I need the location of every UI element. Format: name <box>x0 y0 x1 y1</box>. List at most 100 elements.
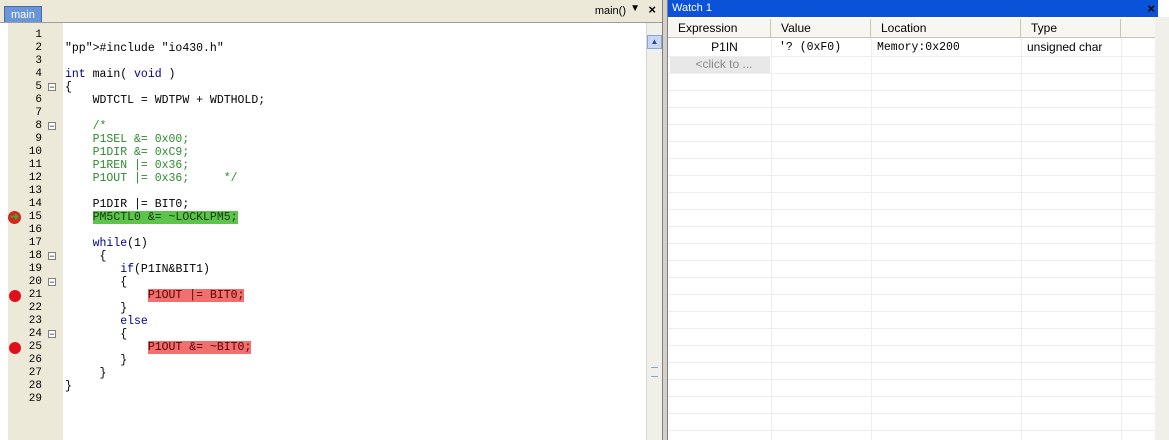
grid-line <box>668 90 1155 91</box>
fold-toggle-icon[interactable]: − <box>48 252 56 261</box>
line-number: 13 <box>28 185 42 197</box>
chevron-down-icon[interactable]: ▼ <box>630 3 640 14</box>
line-number: 25 <box>28 341 42 353</box>
scroll-thumb[interactable] <box>651 367 658 377</box>
code-text[interactable]: { <box>65 328 127 341</box>
code-line[interactable]: 4 int main( void ) <box>0 68 662 81</box>
code-text[interactable]: { <box>65 81 72 94</box>
code-text[interactable]: P1OUT |= 0x36; */ <box>65 172 238 185</box>
code-line[interactable]: 24− { <box>0 328 662 341</box>
tab-main[interactable]: main <box>4 6 42 22</box>
grid-line <box>871 38 872 440</box>
code-line[interactable]: 13 <box>0 185 662 198</box>
line-number: 5 <box>35 81 42 93</box>
code-text[interactable]: P1DIR &= 0xC9; <box>65 146 190 159</box>
code-text[interactable]: WDTCTL = WDTPW + WDTHOLD; <box>65 94 266 107</box>
code-line[interactable]: 19 if(P1IN&BIT1) <box>0 263 662 276</box>
code-line[interactable]: 23 else <box>0 315 662 328</box>
fold-toggle-icon[interactable]: − <box>48 330 56 339</box>
code-line[interactable]: 2 "pp">#include "io430.h" <box>0 42 662 55</box>
code-line[interactable]: 3 <box>0 55 662 68</box>
grid-line <box>668 209 1155 210</box>
code-text[interactable]: P1DIR |= BIT0; <box>65 198 190 211</box>
code-line[interactable]: 9 P1SEL &= 0x00; <box>0 133 662 146</box>
grid-line <box>668 311 1155 312</box>
watch-expression[interactable]: P1IN <box>668 39 771 56</box>
grid-line <box>668 277 1155 278</box>
line-number: 20 <box>28 276 42 288</box>
editor-tab-bar: main main() ▼ × <box>0 0 662 23</box>
code-text[interactable]: else <box>65 315 148 328</box>
code-line[interactable]: 16 <box>0 224 662 237</box>
code-text[interactable]: while(1) <box>65 237 148 250</box>
fold-toggle-icon[interactable]: − <box>48 122 56 131</box>
code-line[interactable]: 26 } <box>0 354 662 367</box>
line-number: 23 <box>28 315 42 327</box>
code-text[interactable]: { <box>65 276 127 289</box>
code-text[interactable]: } <box>65 354 127 367</box>
line-number: 27 <box>28 367 42 379</box>
watch-vertical-scrollbar[interactable] <box>1155 17 1169 440</box>
code-line[interactable]: 29 <box>0 393 662 406</box>
column-header-expression[interactable]: Expression <box>668 19 771 38</box>
code-line[interactable]: 20− { <box>0 276 662 289</box>
scroll-up-arrow-icon[interactable]: ▲ <box>647 35 662 49</box>
fold-toggle-icon[interactable]: − <box>48 278 56 287</box>
column-header-location[interactable]: Location <box>871 19 1021 38</box>
code-line[interactable]: 7 <box>0 107 662 120</box>
code-line[interactable]: 28} <box>0 380 662 393</box>
code-line[interactable]: 25 P1OUT &= ~BIT0; <box>0 341 662 354</box>
vertical-scrollbar[interactable]: ▲ <box>646 23 662 440</box>
watch-title-bar: Watch 1 <box>668 0 1158 17</box>
code-line[interactable]: 27 } <box>0 367 662 380</box>
grid-line <box>668 107 1155 108</box>
line-number: 22 <box>28 302 42 314</box>
code-text[interactable]: if(P1IN&BIT1) <box>65 263 210 276</box>
code-text[interactable]: P1SEL &= 0x00; <box>65 133 190 146</box>
code-text[interactable]: int main( void ) <box>65 68 175 81</box>
code-text[interactable]: P1REN |= 0x36; <box>65 159 190 172</box>
code-line[interactable]: 10 P1DIR &= 0xC9; <box>0 146 662 159</box>
grid-line <box>668 396 1155 397</box>
code-text[interactable]: } <box>65 367 107 380</box>
code-line[interactable]: 22 } <box>0 302 662 315</box>
code-text[interactable]: PM5CTL0 &= ~LOCKLPM5; <box>65 211 238 224</box>
code-line[interactable]: 1 <box>0 29 662 42</box>
close-icon[interactable]: × <box>648 2 656 17</box>
code-line[interactable]: 11 P1REN |= 0x36; <box>0 159 662 172</box>
code-line[interactable]: 14 P1DIR |= BIT0; <box>0 198 662 211</box>
column-header-type[interactable]: Type <box>1021 19 1121 38</box>
line-number: 16 <box>28 224 42 236</box>
line-number: 19 <box>28 263 42 275</box>
line-number: 29 <box>28 393 42 405</box>
code-text[interactable]: { <box>65 250 107 263</box>
code-line[interactable]: 6 WDTCTL = WDTPW + WDTHOLD; <box>0 94 662 107</box>
fold-toggle-icon[interactable]: − <box>48 83 56 92</box>
grid-line <box>668 362 1155 363</box>
watch-type: unsigned char <box>1027 40 1103 54</box>
code-line[interactable]: 18− { <box>0 250 662 263</box>
function-select[interactable]: main() <box>595 4 626 18</box>
grid-line <box>668 141 1155 142</box>
add-expression-placeholder[interactable]: <click to ... <box>670 56 770 73</box>
code-text[interactable]: } <box>65 302 127 315</box>
code-text[interactable]: "pp">#include "io430.h" <box>65 42 224 55</box>
code-line[interactable]: 17 while(1) <box>0 237 662 250</box>
code-line[interactable]: 8− /* <box>0 120 662 133</box>
watch-value[interactable]: '? (0xF0) <box>771 39 871 56</box>
code-line[interactable]: 12 P1OUT |= 0x36; */ <box>0 172 662 185</box>
close-icon[interactable]: × <box>1147 1 1155 16</box>
grid-line <box>668 192 1155 193</box>
column-header-value[interactable]: Value <box>771 19 871 38</box>
watch-pane: Watch 1 × Expression Value Location Type… <box>667 0 1169 440</box>
code-text[interactable]: P1OUT |= BIT0; <box>65 289 245 302</box>
code-text[interactable]: /* <box>65 120 107 133</box>
code-text[interactable]: } <box>65 380 72 393</box>
grid-line <box>668 413 1155 414</box>
grid-line <box>668 175 1155 176</box>
code-line[interactable]: 5−{ <box>0 81 662 94</box>
line-number: 24 <box>28 328 42 340</box>
code-text[interactable]: P1OUT &= ~BIT0; <box>65 341 252 354</box>
code-line[interactable]: 21 P1OUT |= BIT0; <box>0 289 662 302</box>
code-line[interactable]: ➜ 15 PM5CTL0 &= ~LOCKLPM5; <box>0 211 662 224</box>
